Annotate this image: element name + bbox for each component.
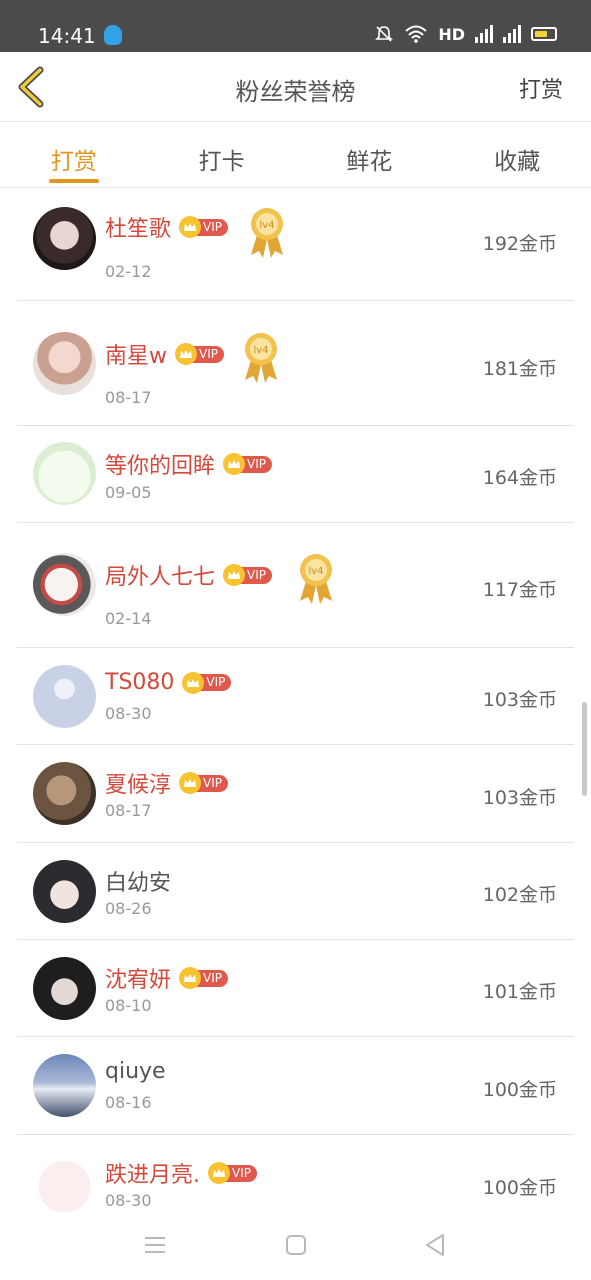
date-label: 08-30	[105, 704, 152, 723]
battery-icon	[531, 27, 557, 41]
avatar	[33, 957, 96, 1020]
page-title: 粉丝荣誉榜	[235, 78, 356, 106]
signal-icon-2	[503, 25, 521, 43]
level-medal-icon: lv4	[251, 208, 283, 258]
date-label: 08-30	[105, 1191, 152, 1210]
wifi-icon	[405, 25, 427, 43]
date-label: 08-17	[105, 801, 152, 820]
qq-notification-icon	[104, 25, 122, 45]
mute-bell-icon	[375, 26, 394, 42]
signal-icon	[475, 25, 493, 43]
user-name: 杜笙歌	[105, 217, 172, 242]
coins-value: 100金币	[482, 1177, 557, 1199]
crown-icon	[208, 1162, 230, 1184]
status-icons: HD	[374, 24, 557, 44]
nav-bar: 粉丝荣誉榜 打赏	[0, 52, 591, 122]
status-bar: 14:41 HD	[0, 0, 591, 52]
home-icon[interactable]	[283, 1232, 309, 1258]
level-medal-icon: lv4	[245, 333, 277, 383]
svg-text:lv4: lv4	[259, 220, 274, 231]
avatar	[33, 442, 96, 505]
network-type: HD	[438, 24, 465, 44]
coins-value: 192金币	[482, 233, 557, 255]
coins-value: 117金币	[482, 579, 557, 601]
user-name: TS080	[105, 670, 175, 695]
avatar	[33, 553, 96, 616]
user-name: 跌进月亮.	[105, 1163, 200, 1188]
tab-reward[interactable]: 打赏	[0, 122, 148, 187]
avatar	[33, 207, 96, 270]
vip-badge: VIP	[182, 671, 232, 694]
user-name: qiuye	[105, 1059, 166, 1084]
avatar	[33, 762, 96, 825]
svg-text:lv4: lv4	[253, 345, 268, 356]
list-item[interactable]: 夏候淳 VIP 08-17 103金币	[17, 745, 574, 843]
user-name: 夏候淳	[105, 773, 172, 798]
list-item[interactable]: 局外人七七 VIP lv4 02-14 117金币	[17, 523, 574, 648]
fan-list: 杜笙歌 VIP lv4 02-12 192金币 南星w VIP lv4 08-1…	[0, 189, 591, 1225]
coins-value: 100金币	[482, 1079, 557, 1101]
date-label: 09-05	[105, 483, 152, 502]
date-label: 08-26	[105, 899, 152, 918]
avatar	[33, 1054, 96, 1117]
coins-value: 103金币	[482, 689, 557, 711]
user-name: 沈宥妍	[105, 968, 172, 993]
crown-icon	[223, 564, 246, 586]
list-item[interactable]: qiuye 08-16 100金币	[17, 1037, 574, 1135]
user-name: 南星w	[105, 344, 167, 369]
coins-value: 181金币	[482, 358, 557, 380]
crown-icon	[179, 216, 202, 238]
date-label: 08-17	[105, 388, 152, 407]
tab-bar: 打赏 打卡 鲜花 收藏	[0, 122, 591, 188]
coins-value: 102金币	[482, 884, 557, 906]
system-nav-bar	[0, 1212, 591, 1280]
list-item[interactable]: TS080 VIP 08-30 103金币	[17, 648, 574, 745]
crown-icon	[182, 671, 205, 694]
vip-badge: VIP	[175, 343, 224, 365]
vip-badge: VIP	[223, 453, 272, 475]
avatar	[33, 332, 96, 395]
list-item[interactable]: 南星w VIP lv4 08-17 181金币	[17, 301, 574, 426]
tab-favorites[interactable]: 收藏	[443, 122, 591, 187]
level-medal-icon: lv4	[300, 554, 332, 604]
back-triangle-icon[interactable]	[422, 1232, 448, 1258]
status-time: 14:41	[38, 24, 96, 48]
user-name: 局外人七七	[105, 565, 216, 590]
tab-flowers[interactable]: 鲜花	[296, 122, 444, 187]
user-name: 白幼安	[105, 871, 172, 896]
crown-icon	[223, 453, 246, 475]
vip-badge: VIP	[179, 216, 228, 238]
menu-icon[interactable]	[142, 1232, 168, 1258]
list-item[interactable]: 杜笙歌 VIP lv4 02-12 192金币	[17, 189, 574, 301]
list-item[interactable]: 等你的回眸 VIP 09-05 164金币	[17, 426, 574, 523]
tab-checkin[interactable]: 打卡	[148, 122, 296, 187]
date-label: 02-14	[105, 609, 152, 628]
vip-badge: VIP	[208, 1162, 257, 1184]
date-label: 08-10	[105, 996, 152, 1015]
vip-badge: VIP	[179, 772, 228, 794]
coins-value: 164金币	[482, 467, 557, 489]
list-item[interactable]: 白幼安 08-26 102金币	[17, 843, 574, 940]
coins-value: 101金币	[482, 981, 557, 1003]
avatar	[33, 665, 96, 728]
vip-badge: VIP	[223, 564, 272, 586]
date-label: 02-12	[105, 262, 152, 281]
crown-icon	[179, 772, 202, 794]
vip-badge: VIP	[179, 967, 228, 989]
coins-value: 103金币	[482, 787, 557, 809]
date-label: 08-16	[105, 1093, 152, 1112]
crown-icon	[179, 967, 202, 989]
avatar	[33, 860, 96, 923]
scrollbar[interactable]	[582, 702, 587, 796]
avatar	[33, 1152, 96, 1215]
list-item[interactable]: 沈宥妍 VIP 08-10 101金币	[17, 940, 574, 1037]
crown-icon	[175, 343, 197, 365]
user-name: 等你的回眸	[105, 454, 216, 479]
svg-text:lv4: lv4	[308, 566, 323, 577]
reward-button[interactable]: 打赏	[519, 72, 563, 104]
